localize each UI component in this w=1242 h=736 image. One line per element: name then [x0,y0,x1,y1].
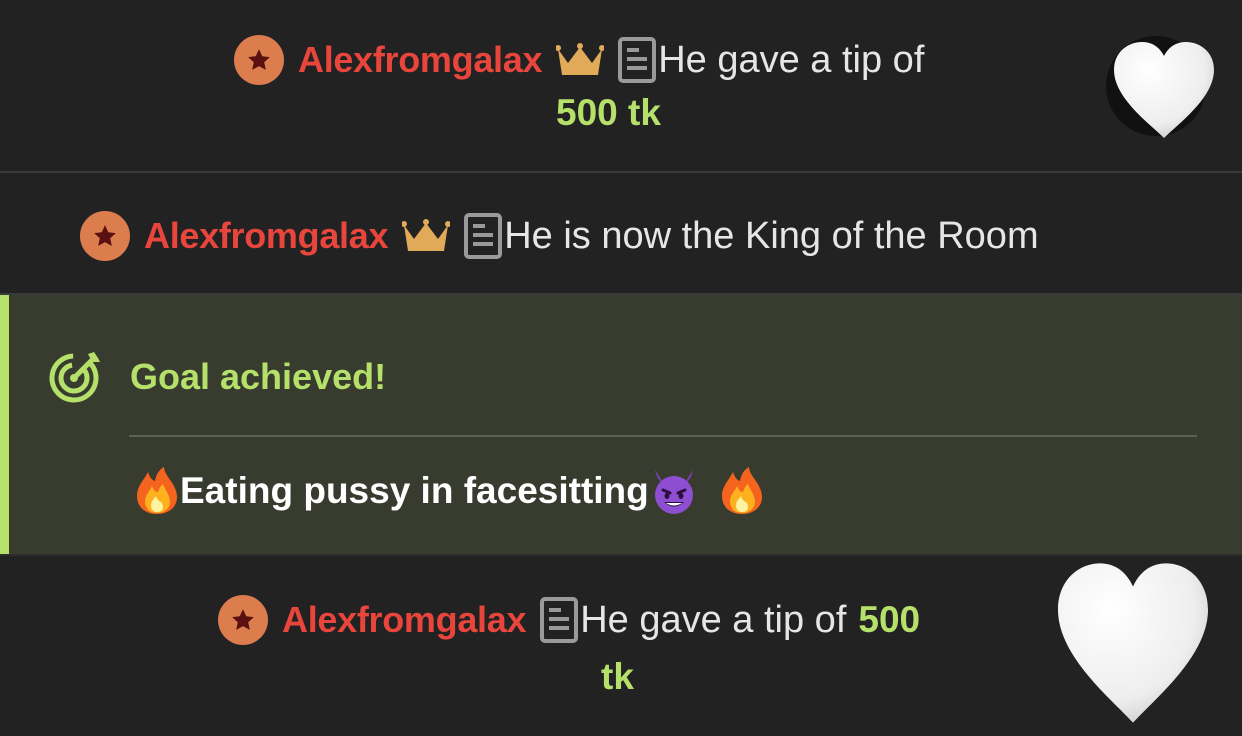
goal-header: Goal achieved! [48,350,386,404]
fire-emoji [134,466,180,516]
goal-description: Eating pussy in facesitting [180,470,649,511]
star-badge-icon [80,211,130,261]
white-heart-icon[interactable] [1110,40,1218,145]
star-badge-icon [218,595,268,645]
document-icon [618,37,657,83]
username[interactable]: Alexfromgalax [144,215,389,257]
fire-emoji [719,466,765,516]
tip-amount-unit: tk [601,656,634,697]
white-heart-icon[interactable] [1052,560,1214,731]
goal-description-line: Eating pussy in facesitting [134,464,765,518]
smiling-devil-emoji [649,466,699,516]
tip-amount: 500 [858,599,921,640]
username[interactable]: Alexfromgalax [282,599,527,641]
message-text: He gave a tip of [580,598,847,641]
crown-icon [402,219,451,253]
star-badge-icon [234,35,284,85]
target-icon [48,350,104,404]
chat-feed: Alexfromgalax He gave a tip of 500 tk Al… [0,0,1242,736]
goal-title: Goal achieved! [130,356,387,397]
message-text: He is now the King of the Room [504,214,1039,257]
crown-icon [556,43,605,77]
tip-amount: 500 tk [556,92,661,133]
tip-amount-line: 500 tk [556,90,661,136]
chat-message-header: Alexfromgalax He gave a tip of [234,32,924,88]
goal-divider [129,435,1197,437]
chat-message-header: Alexfromgalax He is now the King of the … [80,208,1039,264]
goal-accent-bar [0,295,9,554]
document-icon [464,213,503,259]
chat-message-header: Alexfromgalax He gave a tip of 500 [218,592,920,648]
tip-amount-line: tk [601,654,634,700]
document-icon [540,597,579,643]
username[interactable]: Alexfromgalax [298,39,543,81]
message-text: He gave a tip of [658,38,925,81]
